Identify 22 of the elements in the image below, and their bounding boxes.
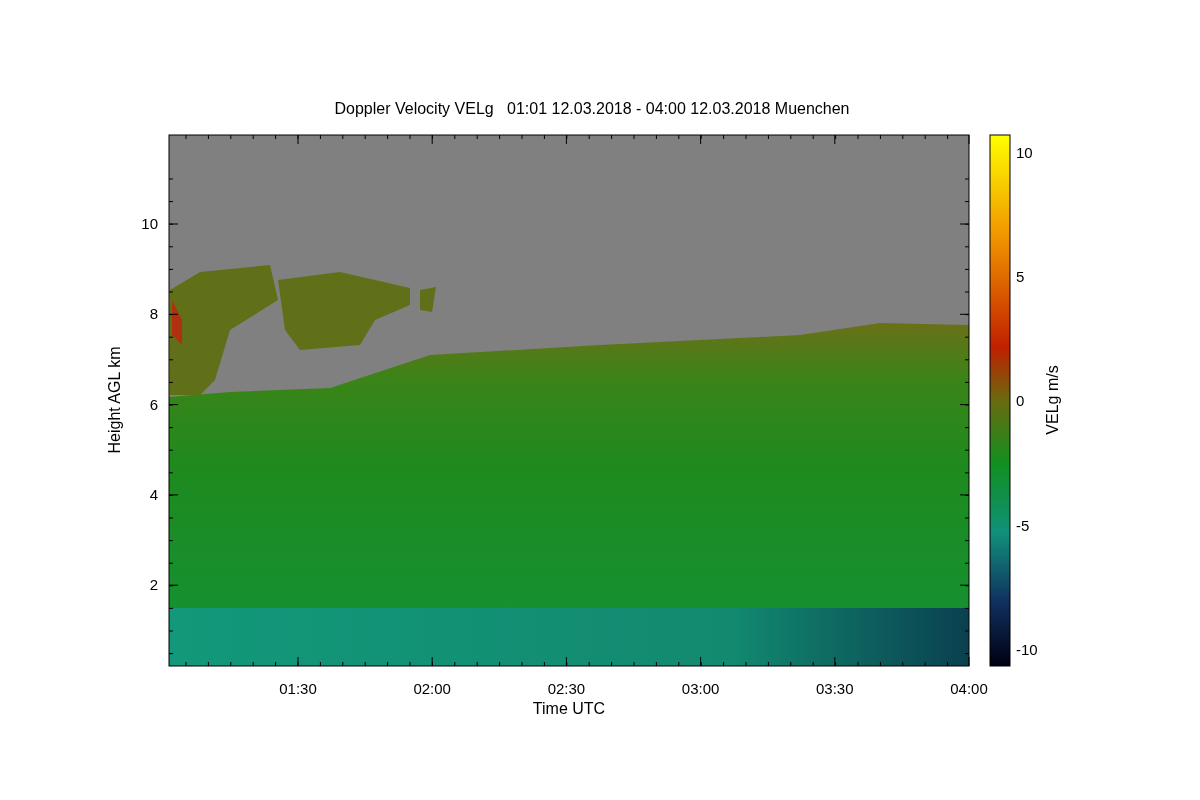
colorbar-tick-label: 0 bbox=[1016, 392, 1025, 410]
cloud-echo-patch bbox=[420, 287, 436, 312]
colorbar-tick-label: -10 bbox=[1016, 640, 1038, 658]
colorbar-tick-label: 10 bbox=[1016, 144, 1033, 161]
y-tick-label: 2 bbox=[149, 576, 158, 594]
chart-title: Doppler Velocity VELg 01:01 12.03.2018 - 04:00 12.03.2018 Muenchen bbox=[334, 100, 850, 117]
y-axis-label: Height AGL km bbox=[106, 346, 123, 454]
y-tick-label: 10 bbox=[141, 215, 158, 232]
x-tick-label: 01:30 bbox=[279, 680, 317, 697]
colorbar-tick-label: 5 bbox=[1016, 268, 1025, 286]
colorbar-label: VELg m/s bbox=[1044, 365, 1061, 435]
x-tick-label: 04:00 bbox=[950, 680, 988, 697]
x-tick-label: 03:30 bbox=[816, 680, 854, 697]
y-tick-label: 6 bbox=[149, 395, 158, 413]
y-tick-label: 8 bbox=[149, 305, 158, 323]
x-tick-label: 02:30 bbox=[547, 680, 586, 697]
x-tick-label: 03:00 bbox=[681, 680, 720, 697]
x-axis-label: Time UTC bbox=[532, 700, 606, 717]
upward-velocity-patch bbox=[172, 300, 182, 345]
colorbar-tick-label: -5 bbox=[1016, 516, 1030, 534]
y-tick-label: 4 bbox=[149, 485, 158, 503]
x-tick-label: 02:00 bbox=[413, 680, 451, 697]
